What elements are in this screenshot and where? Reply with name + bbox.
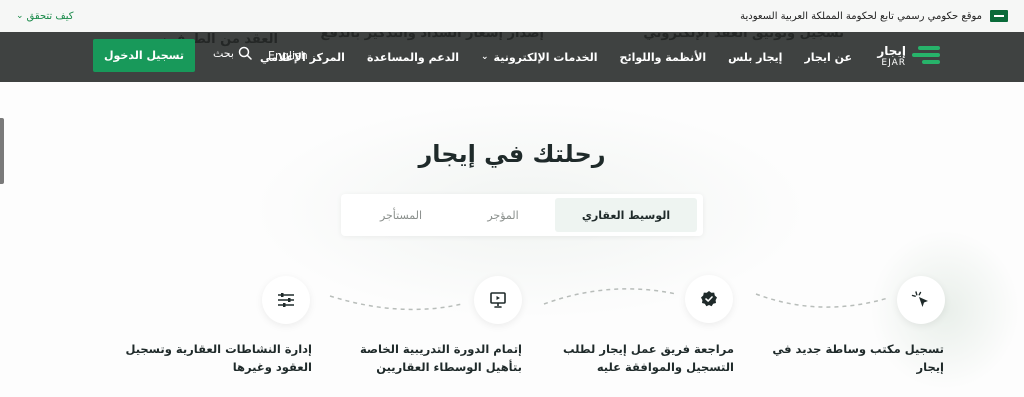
cursor-click-icon [911, 291, 928, 307]
saudi-flag-icon [990, 10, 1008, 22]
nav-item-regulations[interactable]: الأنظمة واللوائح [620, 51, 707, 64]
ejar-logo-icon [912, 43, 940, 69]
sliders-icon [278, 293, 294, 307]
logo-en-text: EJAR [881, 57, 906, 68]
logo-ar-text: إيجار [877, 43, 906, 58]
step-2-text: مراجعة فريق عمل إيجار لطلب التسجيل والمو… [562, 342, 734, 375]
journey-title: رحلتك في إيجار [418, 140, 606, 168]
gov-official-notice: موقع حكومي رسمي تابع لحكومة المملكة العر… [740, 10, 1008, 22]
nav-item-about[interactable]: عن ايجار [804, 51, 852, 64]
presentation-board-icon [490, 292, 506, 308]
ejar-logo[interactable]: إيجار EJAR [877, 43, 940, 69]
language-switch[interactable]: English [268, 49, 308, 62]
search-label: بحث [213, 46, 234, 60]
journey-tabs: الوسيط العقاري المؤجر المستأجر [341, 194, 703, 236]
nav-links: عن ايجار إيجار بلس الأنظمة واللوائح الخد… [260, 32, 852, 82]
chevron-down-icon: ⌄ [481, 52, 489, 62]
verify-link[interactable]: كيف تتحقق ⌄ [16, 11, 74, 22]
login-button[interactable]: تسجيل الدخول [93, 39, 195, 72]
step-4-icon-wrap [262, 276, 310, 324]
tab-landlord[interactable]: المؤجر [457, 198, 549, 232]
step-3-icon-wrap [474, 276, 522, 324]
verify-label: كيف تتحقق [26, 10, 74, 22]
step-1-text: تسجيل مكتب وساطة جديد في إيجار [772, 342, 944, 375]
search-button[interactable]: بحث [213, 46, 252, 60]
gov-official-text: موقع حكومي رسمي تابع لحكومة المملكة العر… [740, 10, 982, 22]
gov-bar: كيف تتحقق ⌄ موقع حكومي رسمي تابع لحكومة … [0, 0, 1024, 32]
tab-tenant[interactable]: المستأجر [351, 198, 451, 232]
logo-words: إيجار EJAR [877, 45, 906, 68]
step-4-text: إدارة النشاطات العقارية وتسجيل العقود وغ… [125, 342, 312, 375]
step-3-text: إتمام الدورة التدريبية الخاصة بتأهيل الو… [359, 342, 522, 375]
nav-item-e-services[interactable]: الخدمات الإلكترونية ⌄ [481, 51, 598, 64]
tab-broker[interactable]: الوسيط العقاري [555, 198, 697, 232]
badge-check-icon [701, 291, 717, 307]
site-header: تسجيل وتوثيق العقد الإلكتروني إصدار إشعا… [0, 32, 1024, 82]
chevron-down-icon: ⌄ [16, 11, 24, 21]
nav-item-ejar-plus[interactable]: إيجار بلس [728, 51, 782, 64]
step-2-icon-wrap [685, 275, 733, 323]
nav-item-e-services-label: الخدمات الإلكترونية [493, 50, 598, 64]
nav-item-support[interactable]: الدعم والمساعدة [367, 51, 459, 64]
search-icon [238, 46, 252, 60]
step-1-icon-wrap [897, 276, 945, 324]
main-nav: إيجار EJAR عن ايجار إيجار بلس الأنظمة وا… [0, 32, 1024, 82]
